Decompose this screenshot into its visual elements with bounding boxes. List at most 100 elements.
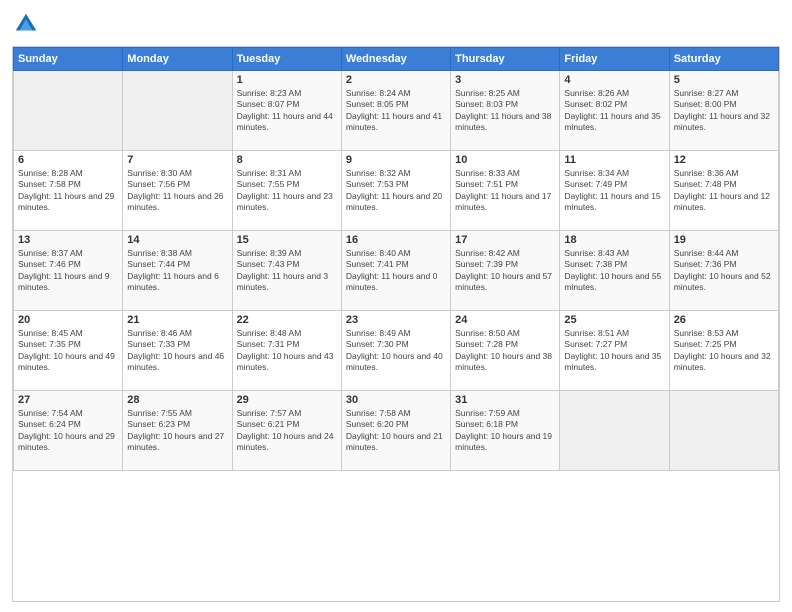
day-cell: 15 Sunrise: 8:39 AM Sunset: 7:43 PM Dayli…: [232, 231, 341, 311]
day-number: 15: [237, 234, 337, 246]
day-number: 10: [455, 154, 555, 166]
day-number: 12: [674, 154, 774, 166]
day-number: 17: [455, 234, 555, 246]
day-number: 14: [127, 234, 227, 246]
header: [12, 10, 780, 38]
day-info: Sunrise: 8:34 AM Sunset: 7:49 PM Dayligh…: [564, 168, 664, 214]
day-info: Sunrise: 8:48 AM Sunset: 7:31 PM Dayligh…: [237, 328, 337, 374]
day-cell: 20 Sunrise: 8:45 AM Sunset: 7:35 PM Dayli…: [14, 311, 123, 391]
day-cell: 4 Sunrise: 8:26 AM Sunset: 8:02 PM Daylig…: [560, 71, 669, 151]
day-info: Sunrise: 7:57 AM Sunset: 6:21 PM Dayligh…: [237, 408, 337, 454]
day-info: Sunrise: 8:26 AM Sunset: 8:02 PM Dayligh…: [564, 88, 664, 134]
calendar-body: 1 Sunrise: 8:23 AM Sunset: 8:07 PM Daylig…: [14, 71, 779, 471]
day-number: 31: [455, 394, 555, 406]
day-cell: 19Sunrise: 8:44 AM Sunset: 7:36 PM Dayli…: [669, 231, 778, 311]
day-cell: 18 Sunrise: 8:43 AM Sunset: 7:38 PM Dayli…: [560, 231, 669, 311]
day-info: Sunrise: 8:36 AM Sunset: 7:48 PM Dayligh…: [674, 168, 774, 214]
header-cell-tuesday: Tuesday: [232, 48, 341, 71]
header-cell-friday: Friday: [560, 48, 669, 71]
header-cell-sunday: Sunday: [14, 48, 123, 71]
day-number: 28: [127, 394, 227, 406]
day-info: Sunrise: 7:55 AM Sunset: 6:23 PM Dayligh…: [127, 408, 227, 454]
day-info: Sunrise: 8:42 AM Sunset: 7:39 PM Dayligh…: [455, 248, 555, 294]
day-number: 9: [346, 154, 446, 166]
day-number: 18: [564, 234, 664, 246]
day-cell: 14 Sunrise: 8:38 AM Sunset: 7:44 PM Dayli…: [123, 231, 232, 311]
day-cell: 30 Sunrise: 7:58 AM Sunset: 6:20 PM Dayli…: [341, 391, 450, 471]
logo: [12, 10, 44, 38]
day-cell: 16Sunrise: 8:40 AM Sunset: 7:41 PM Dayli…: [341, 231, 450, 311]
week-row: 27Sunrise: 7:54 AM Sunset: 6:24 PM Dayli…: [14, 391, 779, 471]
day-number: 2: [346, 74, 446, 86]
day-info: Sunrise: 8:27 AM Sunset: 8:00 PM Dayligh…: [674, 88, 774, 134]
day-info: Sunrise: 7:59 AM Sunset: 6:18 PM Dayligh…: [455, 408, 555, 454]
day-cell: [123, 71, 232, 151]
day-cell: 29 Sunrise: 7:57 AM Sunset: 6:21 PM Dayli…: [232, 391, 341, 471]
day-info: Sunrise: 8:49 AM Sunset: 7:30 PM Dayligh…: [346, 328, 446, 374]
day-cell: [14, 71, 123, 151]
day-number: 24: [455, 314, 555, 326]
day-info: Sunrise: 8:51 AM Sunset: 7:27 PM Dayligh…: [564, 328, 664, 374]
day-cell: 25Sunrise: 8:51 AM Sunset: 7:27 PM Dayli…: [560, 311, 669, 391]
day-number: 29: [237, 394, 337, 406]
day-number: 11: [564, 154, 664, 166]
day-info: Sunrise: 8:23 AM Sunset: 8:07 PM Dayligh…: [237, 88, 337, 134]
day-cell: [669, 391, 778, 471]
day-info: Sunrise: 8:30 AM Sunset: 7:56 PM Dayligh…: [127, 168, 227, 214]
header-cell-thursday: Thursday: [451, 48, 560, 71]
day-info: Sunrise: 8:25 AM Sunset: 8:03 PM Dayligh…: [455, 88, 555, 134]
day-info: Sunrise: 8:31 AM Sunset: 7:55 PM Dayligh…: [237, 168, 337, 214]
day-info: Sunrise: 8:24 AM Sunset: 8:05 PM Dayligh…: [346, 88, 446, 134]
header-row: SundayMondayTuesdayWednesdayThursdayFrid…: [14, 48, 779, 71]
day-number: 3: [455, 74, 555, 86]
day-cell: 6Sunrise: 8:28 AM Sunset: 7:58 PM Daylig…: [14, 151, 123, 231]
week-row: 13Sunrise: 8:37 AM Sunset: 7:46 PM Dayli…: [14, 231, 779, 311]
day-number: 23: [346, 314, 446, 326]
day-number: 20: [18, 314, 118, 326]
day-cell: 23 Sunrise: 8:49 AM Sunset: 7:30 PM Dayli…: [341, 311, 450, 391]
calendar: SundayMondayTuesdayWednesdayThursdayFrid…: [12, 46, 780, 602]
day-info: Sunrise: 8:44 AM Sunset: 7:36 PM Dayligh…: [674, 248, 774, 294]
day-cell: 21 Sunrise: 8:46 AM Sunset: 7:33 PM Dayli…: [123, 311, 232, 391]
day-info: Sunrise: 8:50 AM Sunset: 7:28 PM Dayligh…: [455, 328, 555, 374]
day-cell: 27Sunrise: 7:54 AM Sunset: 6:24 PM Dayli…: [14, 391, 123, 471]
day-cell: 22 Sunrise: 8:48 AM Sunset: 7:31 PM Dayli…: [232, 311, 341, 391]
day-info: Sunrise: 8:39 AM Sunset: 7:43 PM Dayligh…: [237, 248, 337, 294]
day-info: Sunrise: 8:46 AM Sunset: 7:33 PM Dayligh…: [127, 328, 227, 374]
day-cell: 26 Sunrise: 8:53 AM Sunset: 7:25 PM Dayli…: [669, 311, 778, 391]
header-cell-saturday: Saturday: [669, 48, 778, 71]
day-number: 30: [346, 394, 446, 406]
day-number: 4: [564, 74, 664, 86]
day-cell: 31 Sunrise: 7:59 AM Sunset: 6:18 PM Dayli…: [451, 391, 560, 471]
day-cell: 12 Sunrise: 8:36 AM Sunset: 7:48 PM Dayli…: [669, 151, 778, 231]
day-number: 26: [674, 314, 774, 326]
day-cell: 10 Sunrise: 8:33 AM Sunset: 7:51 PM Dayli…: [451, 151, 560, 231]
day-cell: 28 Sunrise: 7:55 AM Sunset: 6:23 PM Dayli…: [123, 391, 232, 471]
day-number: 21: [127, 314, 227, 326]
day-cell: 7 Sunrise: 8:30 AM Sunset: 7:56 PM Daylig…: [123, 151, 232, 231]
page: SundayMondayTuesdayWednesdayThursdayFrid…: [0, 0, 792, 612]
logo-icon: [12, 10, 40, 38]
day-info: Sunrise: 8:32 AM Sunset: 7:53 PM Dayligh…: [346, 168, 446, 214]
day-number: 1: [237, 74, 337, 86]
calendar-table: SundayMondayTuesdayWednesdayThursdayFrid…: [13, 47, 779, 471]
day-number: 22: [237, 314, 337, 326]
day-cell: 17 Sunrise: 8:42 AM Sunset: 7:39 PM Dayli…: [451, 231, 560, 311]
day-cell: 1 Sunrise: 8:23 AM Sunset: 8:07 PM Daylig…: [232, 71, 341, 151]
day-number: 6: [18, 154, 118, 166]
day-info: Sunrise: 8:43 AM Sunset: 7:38 PM Dayligh…: [564, 248, 664, 294]
day-number: 7: [127, 154, 227, 166]
day-cell: 11 Sunrise: 8:34 AM Sunset: 7:49 PM Dayli…: [560, 151, 669, 231]
day-info: Sunrise: 8:53 AM Sunset: 7:25 PM Dayligh…: [674, 328, 774, 374]
day-info: Sunrise: 7:58 AM Sunset: 6:20 PM Dayligh…: [346, 408, 446, 454]
day-info: Sunrise: 8:38 AM Sunset: 7:44 PM Dayligh…: [127, 248, 227, 294]
day-info: Sunrise: 8:45 AM Sunset: 7:35 PM Dayligh…: [18, 328, 118, 374]
day-cell: 24 Sunrise: 8:50 AM Sunset: 7:28 PM Dayli…: [451, 311, 560, 391]
day-cell: 8Sunrise: 8:31 AM Sunset: 7:55 PM Daylig…: [232, 151, 341, 231]
day-cell: 3 Sunrise: 8:25 AM Sunset: 8:03 PM Daylig…: [451, 71, 560, 151]
day-cell: [560, 391, 669, 471]
day-number: 16: [346, 234, 446, 246]
day-info: Sunrise: 8:33 AM Sunset: 7:51 PM Dayligh…: [455, 168, 555, 214]
day-info: Sunrise: 8:37 AM Sunset: 7:46 PM Dayligh…: [18, 248, 118, 294]
header-cell-wednesday: Wednesday: [341, 48, 450, 71]
